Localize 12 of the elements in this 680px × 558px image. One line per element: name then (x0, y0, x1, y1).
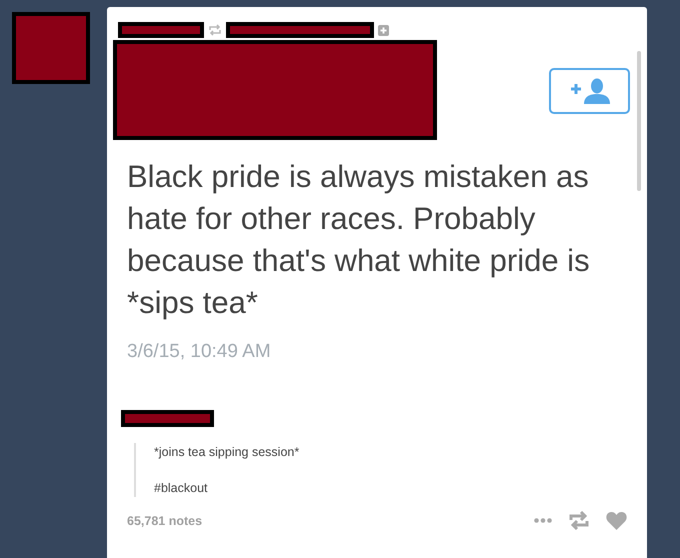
post-text: Black pride is always mistaken as hate for other races. Probably because that's what white pride is *sips tea* (126, 158, 591, 322)
notes-count[interactable]: 65,781 notes (127, 514, 202, 528)
heart-icon[interactable] (606, 511, 627, 530)
reblog-text: *joins tea sipping session* (154, 445, 300, 459)
reblog-icon (208, 24, 222, 36)
more-icon[interactable] (534, 518, 552, 523)
follow-button[interactable] (549, 68, 630, 114)
post-date: 3/6/15, 10:49 AM (126, 340, 272, 363)
add-user-icon (570, 78, 610, 104)
reblog-text: #blackout (154, 481, 209, 495)
plus-icon[interactable] (378, 24, 389, 36)
reblog-icon[interactable] (568, 511, 590, 530)
